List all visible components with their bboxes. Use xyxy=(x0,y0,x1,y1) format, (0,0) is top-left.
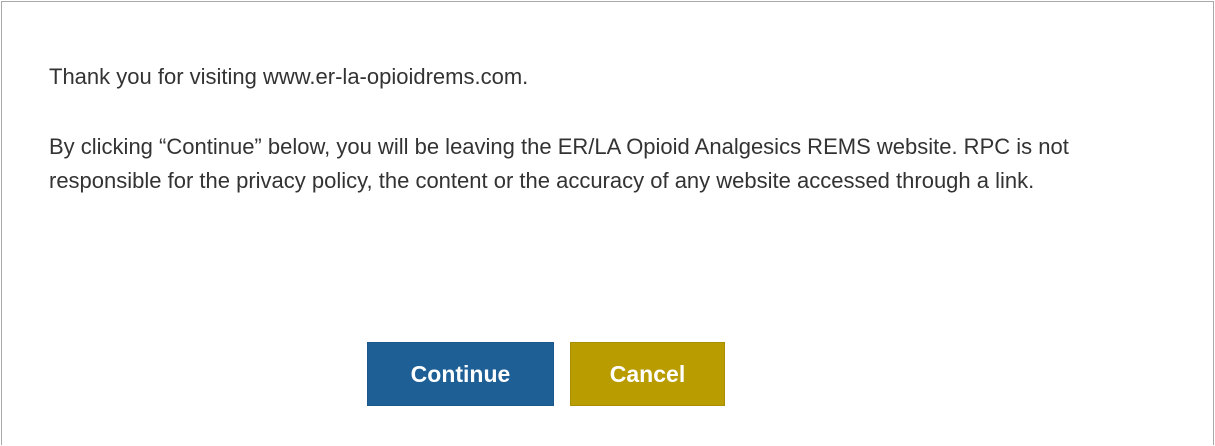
disclaimer-message: By clicking “Continue” below, you will b… xyxy=(49,134,1069,193)
cancel-button[interactable]: Cancel xyxy=(570,342,725,406)
dialog-button-row: Continue Cancel xyxy=(367,342,725,406)
dialog-message: Thank you for visiting www.er-la-opioidr… xyxy=(49,60,1189,193)
intro-message: Thank you for visiting www.er-la-opioidr… xyxy=(49,64,529,89)
leaving-site-dialog: Thank you for visiting www.er-la-opioidr… xyxy=(1,1,1214,445)
continue-button[interactable]: Continue xyxy=(367,342,554,406)
